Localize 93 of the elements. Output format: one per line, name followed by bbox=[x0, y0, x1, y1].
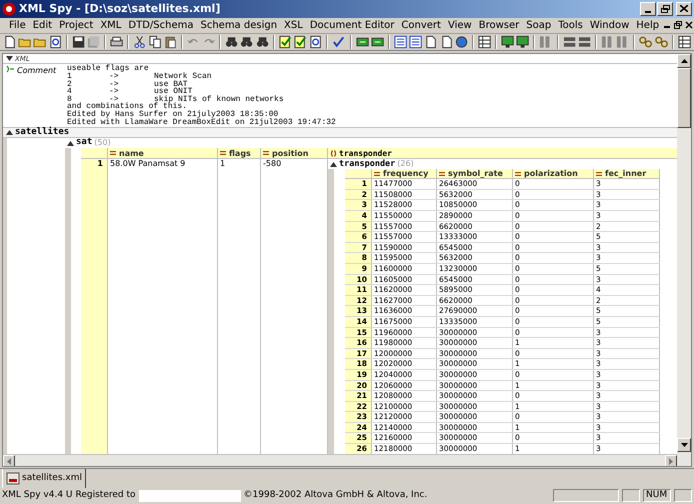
comment-label: Comment bbox=[17, 65, 56, 78]
row-number: 1 bbox=[81, 159, 108, 454]
vertical-scrollbar[interactable] bbox=[677, 54, 691, 466]
element-name: sat bbox=[76, 138, 92, 150]
attribute-icon bbox=[439, 172, 445, 176]
comment-icon bbox=[6, 65, 15, 74]
menu-item[interactable]: Window bbox=[586, 18, 632, 33]
scroll-right-button[interactable] bbox=[665, 455, 677, 466]
attribute-icon bbox=[110, 151, 116, 156]
column-header[interactable]: name bbox=[119, 148, 144, 158]
column-header[interactable]: fec_inner bbox=[605, 168, 646, 179]
link-icon[interactable] bbox=[654, 35, 668, 50]
attribute-icon bbox=[374, 172, 380, 176]
scroll-down-button[interactable] bbox=[677, 438, 691, 452]
scroll-left-button[interactable] bbox=[3, 455, 15, 466]
num-lock-indicator: NUM bbox=[643, 489, 671, 502]
down-arrow-icon bbox=[680, 443, 688, 448]
binoculars-icon[interactable] bbox=[240, 35, 254, 50]
menu-item[interactable]: DTD/Schema bbox=[125, 18, 196, 33]
menu-item[interactable]: Browser bbox=[476, 18, 522, 33]
binoculars-icon[interactable] bbox=[225, 35, 238, 50]
attribute-icon bbox=[596, 172, 602, 176]
close-button[interactable] bbox=[676, 2, 692, 16]
menu-item[interactable]: Help bbox=[633, 18, 662, 33]
scroll-thumb[interactable] bbox=[677, 68, 691, 128]
menu-item[interactable]: Tools bbox=[555, 18, 586, 33]
copyright-text: ©1998-2002 Altova GmbH & Altova, Inc. bbox=[244, 488, 428, 502]
app-logo-icon bbox=[2, 2, 16, 16]
menu-item[interactable]: Project bbox=[56, 18, 96, 33]
element-name: transponder bbox=[339, 159, 396, 170]
document-icon bbox=[6, 472, 20, 486]
column-header[interactable]: transponder bbox=[339, 148, 392, 159]
scroll-up-button[interactable] bbox=[677, 54, 691, 68]
page-view-icon[interactable] bbox=[394, 35, 408, 50]
checkmark-icon[interactable] bbox=[278, 35, 292, 50]
collapse-arrow-icon[interactable] bbox=[6, 56, 13, 62]
menu-item[interactable]: Convert bbox=[398, 18, 444, 33]
status-text: XML Spy v4.4 U bbox=[2, 488, 73, 502]
element-name: satellites bbox=[15, 126, 70, 139]
checkmark-icon[interactable] bbox=[294, 35, 308, 50]
menu-item[interactable]: XML bbox=[97, 18, 124, 33]
expand-arrow-icon[interactable] bbox=[330, 162, 337, 167]
minimize-button[interactable] bbox=[640, 2, 656, 16]
menu-item[interactable]: Document Editor bbox=[306, 18, 398, 33]
menu-item[interactable]: Soap bbox=[523, 18, 554, 33]
table-icon[interactable] bbox=[678, 35, 691, 50]
close-icon[interactable] bbox=[685, 21, 694, 30]
element-count: (50) bbox=[94, 138, 111, 150]
link-icon[interactable] bbox=[639, 35, 653, 50]
left-arrow-icon bbox=[7, 458, 11, 465]
attribute-icon bbox=[263, 151, 269, 156]
column-header[interactable]: symbol_rate bbox=[448, 168, 503, 179]
element-count: (26) bbox=[397, 159, 414, 170]
column-header[interactable]: flags bbox=[229, 148, 251, 158]
page-view-icon[interactable] bbox=[409, 35, 422, 50]
close-icon bbox=[680, 5, 688, 12]
rows-icon[interactable] bbox=[562, 35, 576, 50]
column-header[interactable]: frequency bbox=[383, 168, 428, 179]
menu-item[interactable]: Edit bbox=[30, 18, 56, 33]
status-pane bbox=[553, 489, 619, 502]
monitor-icon[interactable] bbox=[516, 35, 530, 50]
restore-button[interactable] bbox=[657, 2, 673, 16]
rows-icon[interactable] bbox=[578, 35, 591, 50]
document-icon[interactable] bbox=[3, 35, 16, 50]
menu-item[interactable]: XSL bbox=[281, 18, 306, 33]
right-arrow-icon bbox=[669, 458, 673, 465]
binoculars-icon[interactable] bbox=[256, 35, 269, 50]
window-title: XML Spy - [D:\soz\satellites.xml] bbox=[19, 0, 220, 17]
attribute-icon bbox=[220, 151, 226, 156]
element-icon bbox=[330, 150, 337, 157]
status-pane bbox=[622, 489, 640, 502]
clipboard-icon[interactable] bbox=[164, 35, 177, 50]
document-icon[interactable] bbox=[440, 35, 453, 50]
attribute-icon bbox=[515, 172, 521, 176]
monitor-icon[interactable] bbox=[501, 35, 514, 50]
status-text: Registered to bbox=[76, 488, 136, 502]
column-header[interactable]: position bbox=[272, 148, 308, 158]
up-arrow-icon bbox=[680, 59, 688, 64]
minimize-icon bbox=[645, 10, 651, 13]
expand-arrow-icon[interactable] bbox=[67, 140, 74, 146]
comment-text: useable flags are 1 -> Network Scan 2 -> use BAT 4 -> use ONIT 8 -> skip NITs of known networks and combinations of this. Edited by Hans Surfer on 21july2003 18:35:00 Edited with LlamaWare DreamBoxEdit on 21jul2003 19:47:32 bbox=[67, 64, 337, 127]
status-pane bbox=[674, 489, 692, 502]
menu-item[interactable]: File bbox=[6, 18, 29, 33]
horizontal-scrollbar[interactable] bbox=[3, 454, 677, 466]
menu-item[interactable]: Schema design bbox=[197, 18, 280, 33]
table-icon[interactable] bbox=[478, 35, 492, 50]
document-tab[interactable]: satellites.xml bbox=[2, 469, 86, 488]
menu-item[interactable]: View bbox=[444, 18, 475, 33]
expand-arrow-icon[interactable] bbox=[6, 130, 13, 136]
column-header[interactable]: polarization bbox=[524, 168, 578, 179]
document-icon[interactable] bbox=[424, 35, 438, 50]
copy-icon[interactable] bbox=[148, 35, 162, 50]
scissors-icon[interactable] bbox=[133, 35, 146, 50]
